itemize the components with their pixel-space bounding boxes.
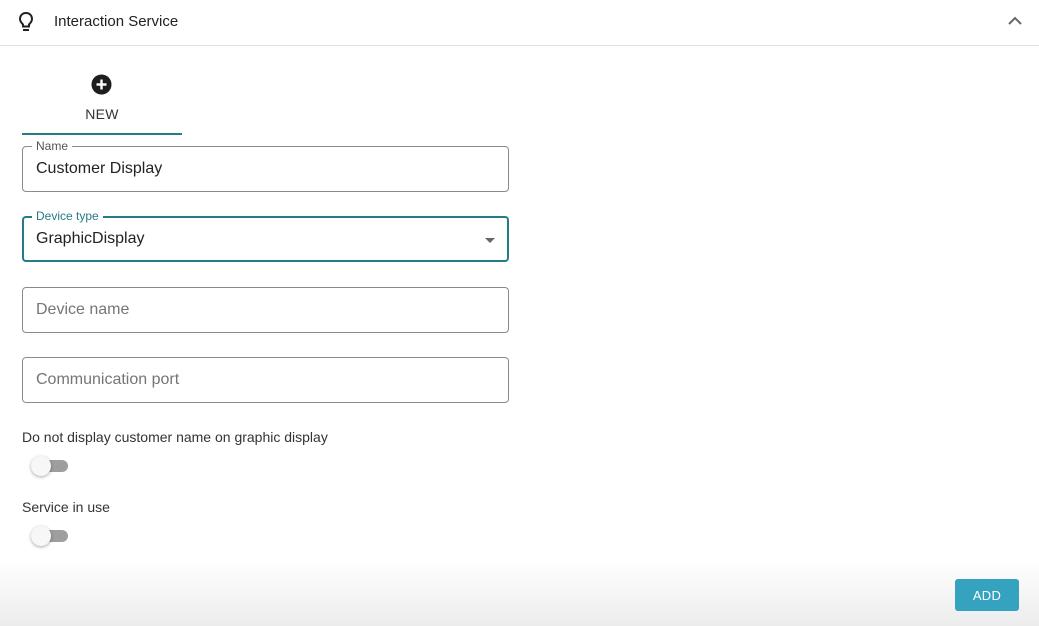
panel-header[interactable]: Interaction Service — [0, 0, 1039, 46]
name-field-label: Name — [32, 139, 73, 153]
tab-new[interactable]: NEW — [22, 70, 182, 135]
toggle-thumb — [31, 456, 51, 476]
add-circle-icon — [91, 74, 112, 95]
device-type-select[interactable]: Device type GraphicDisplay — [22, 209, 509, 262]
tab-new-label: NEW — [85, 106, 119, 122]
name-input[interactable] — [36, 160, 476, 178]
panel-title: Interaction Service — [54, 13, 179, 30]
chevron-up-icon[interactable] — [1006, 14, 1024, 28]
device-name-input[interactable] — [36, 301, 476, 319]
device-name-field[interactable] — [22, 287, 509, 333]
add-button[interactable]: ADD — [955, 579, 1019, 611]
communication-port-input[interactable] — [36, 371, 476, 389]
hide-customer-name-label: Do not display customer name on graphic … — [22, 429, 328, 445]
lightbulb-icon — [18, 11, 34, 31]
communication-port-field[interactable] — [22, 357, 509, 403]
service-in-use-toggle[interactable] — [31, 526, 69, 546]
service-in-use-label: Service in use — [22, 499, 110, 515]
dropdown-arrow-icon[interactable] — [485, 238, 495, 243]
hide-customer-name-toggle[interactable] — [31, 456, 69, 476]
footer-bar — [0, 560, 1039, 626]
toggle-thumb — [31, 526, 51, 546]
device-type-label: Device type — [32, 209, 103, 223]
name-field[interactable]: Name — [22, 139, 509, 192]
device-type-value: GraphicDisplay — [36, 230, 145, 247]
